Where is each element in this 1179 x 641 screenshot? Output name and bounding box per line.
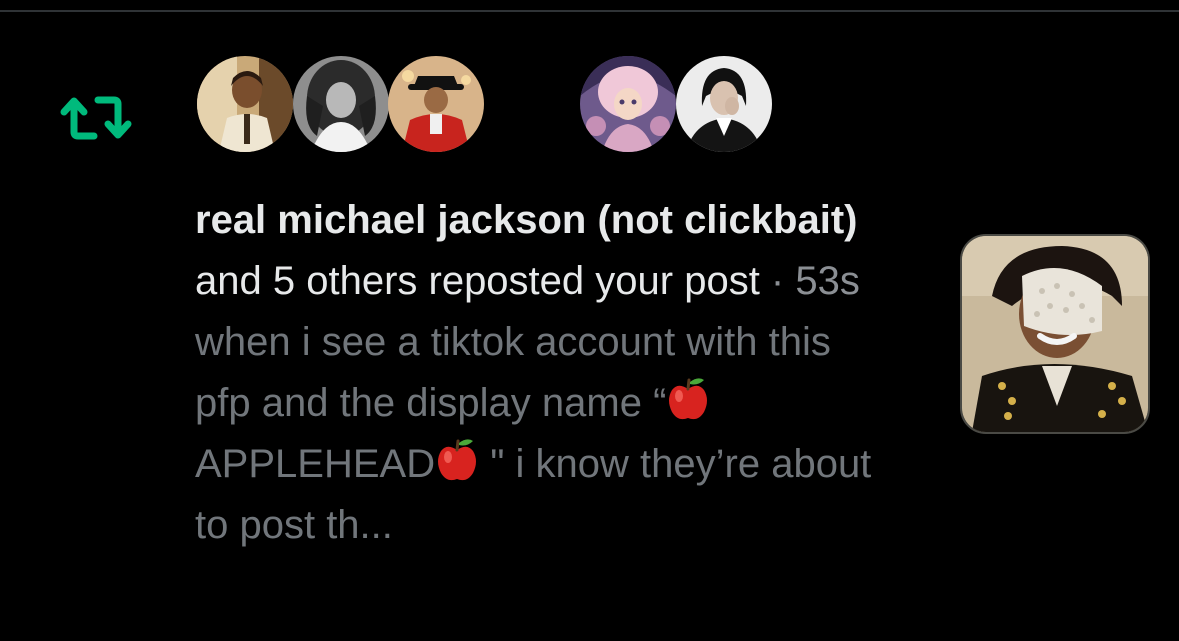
excerpt-part-2: APPLEHEAD — [195, 442, 436, 486]
avatar-image-2[interactable] — [293, 56, 389, 152]
red-apple-emoji-icon — [669, 378, 708, 420]
avatar-image-4[interactable] — [580, 56, 676, 152]
notification-headline: real michael jackson (not clickbait) and… — [195, 190, 875, 312]
excerpt-part-1: when i see a tiktok account with this pf… — [195, 320, 831, 425]
avatar-image-1[interactable] — [197, 56, 293, 152]
red-apple-emoji-icon-2 — [438, 439, 477, 481]
repost-notification[interactable]: real michael jackson (not clickbait) and… — [0, 12, 1179, 641]
actor-name[interactable]: real michael jackson (not clickbait) — [195, 198, 857, 242]
others-text: and 5 others reposted your post — [195, 259, 760, 303]
post-excerpt: when i see a tiktok account with this pf… — [195, 312, 875, 556]
timestamp: 53s — [795, 259, 860, 303]
repost-icon — [60, 96, 132, 140]
post-image-thumbnail[interactable] — [960, 234, 1150, 434]
avatar-image-5[interactable] — [676, 56, 772, 152]
notification-text[interactable]: real michael jackson (not clickbait) and… — [195, 190, 875, 556]
avatar-image-3[interactable] — [388, 56, 484, 152]
separator-dot: · — [759, 259, 796, 303]
